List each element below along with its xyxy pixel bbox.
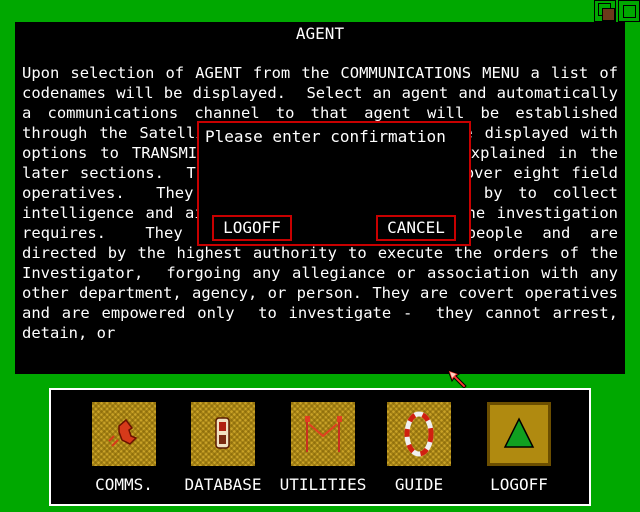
depth-button[interactable]: [594, 0, 616, 22]
dock-label-utilities: UTILITIES: [279, 475, 367, 494]
dock-item-comms[interactable]: COMMS.: [76, 402, 172, 495]
main-menu-dock: COMMS. DATABASE UTILITIES GUIDE LOGOFF: [49, 388, 591, 506]
window-controls: [594, 0, 640, 22]
confirmation-prompt: Please enter confirmation: [205, 127, 446, 146]
dock-label-guide: GUIDE: [394, 475, 444, 494]
dock-item-guide[interactable]: GUIDE: [371, 402, 467, 495]
depth-front-square: [602, 8, 615, 21]
zoom-button[interactable]: [618, 0, 640, 22]
cancel-button[interactable]: CANCEL: [376, 215, 456, 241]
zoom-square: [623, 5, 636, 18]
dock-label-comms: COMMS.: [95, 475, 153, 494]
confirm-logoff-button[interactable]: LOGOFF: [212, 215, 292, 241]
confirmation-dialog: Please enter confirmation LOGOFF CANCEL: [197, 121, 471, 246]
database-icon[interactable]: [191, 402, 255, 466]
panel-title: AGENT: [295, 24, 345, 43]
comms-icon[interactable]: [92, 402, 156, 466]
guide-icon[interactable]: [387, 402, 451, 466]
dock-label-logoff: LOGOFF: [490, 475, 548, 494]
dock-item-database[interactable]: DATABASE: [175, 402, 271, 495]
logoff-triangle-icon[interactable]: [487, 402, 551, 466]
dock-item-logoff[interactable]: LOGOFF: [471, 402, 567, 495]
dock-item-utilities[interactable]: UTILITIES: [275, 402, 371, 495]
utilities-icon[interactable]: [291, 402, 355, 466]
dock-label-database: DATABASE: [184, 475, 262, 494]
